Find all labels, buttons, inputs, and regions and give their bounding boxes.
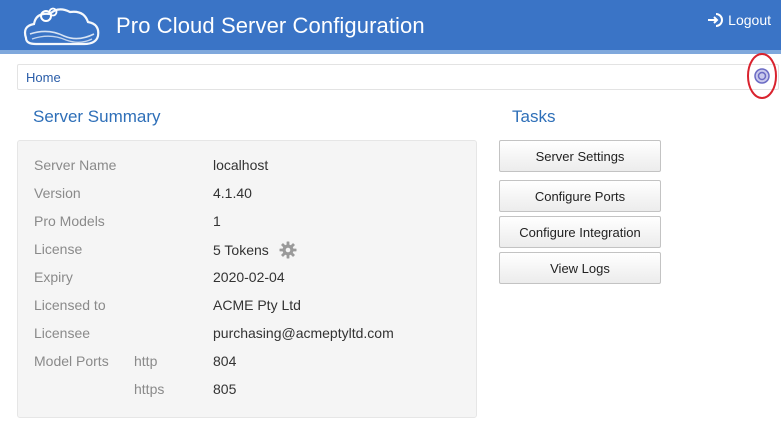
summary-row-expiry: Expiry 2020-02-04	[18, 264, 476, 292]
row-value: 4.1.40	[213, 185, 252, 201]
row-value: localhost	[213, 157, 269, 173]
summary-row-model-ports-http: Model Ports http 804	[18, 348, 476, 376]
view-logs-button[interactable]: View Logs	[499, 252, 661, 284]
row-value: purchasing@acmeptyltd.com	[213, 325, 394, 341]
server-settings-button[interactable]: Server Settings	[499, 140, 661, 172]
logout-icon	[708, 13, 724, 27]
row-value: 804	[213, 353, 237, 369]
row-label: Expiry	[34, 269, 73, 285]
summary-row-pro-models: Pro Models 1	[18, 208, 476, 236]
breadcrumb-home-link[interactable]: Home	[26, 70, 61, 85]
row-label: Version	[34, 185, 81, 201]
row-value: 805	[213, 381, 237, 397]
row-label: Server Name	[34, 157, 117, 173]
help-icon[interactable]	[745, 52, 779, 100]
row-sublabel: https	[134, 381, 165, 397]
row-value: ACME Pty Ltd	[213, 297, 301, 313]
row-value: 5 Tokens	[213, 241, 297, 259]
breadcrumb: Home	[17, 64, 779, 90]
summary-row-version: Version 4.1.40	[18, 180, 476, 208]
app-title: Pro Cloud Server Configuration	[116, 13, 425, 38]
license-value: 5 Tokens	[213, 242, 269, 258]
row-label: License	[34, 241, 83, 257]
server-summary-panel: Server Name localhost Version 4.1.40 Pro…	[17, 140, 477, 418]
summary-row-license: License 5 Tokens	[18, 236, 476, 264]
row-value: 2020-02-04	[213, 269, 285, 285]
summary-row-model-ports-https: https 805	[18, 376, 476, 404]
row-label: Pro Models	[34, 213, 105, 229]
row-label: Licensee	[34, 325, 91, 341]
configure-ports-button[interactable]: Configure Ports	[499, 180, 661, 212]
configure-integration-button[interactable]: Configure Integration	[499, 216, 661, 248]
app-header: Pro Cloud Server Configuration Logout	[0, 0, 781, 54]
cloud-logo-icon	[23, 7, 100, 46]
gear-icon[interactable]	[279, 241, 297, 259]
summary-row-licensed-to: Licensed to ACME Pty Ltd	[18, 292, 476, 320]
row-label: Licensed to	[34, 297, 106, 313]
summary-row-licensee: Licensee purchasing@acmeptyltd.com	[18, 320, 476, 348]
logout-button[interactable]: Logout	[707, 12, 771, 28]
logout-label: Logout	[728, 12, 771, 28]
server-summary-title: Server Summary	[33, 107, 161, 126]
tasks-title: Tasks	[512, 107, 556, 126]
row-value: 1	[213, 213, 221, 229]
summary-row-server-name: Server Name localhost	[18, 152, 476, 180]
row-sublabel: http	[134, 353, 158, 369]
row-label: Model Ports	[34, 353, 109, 369]
